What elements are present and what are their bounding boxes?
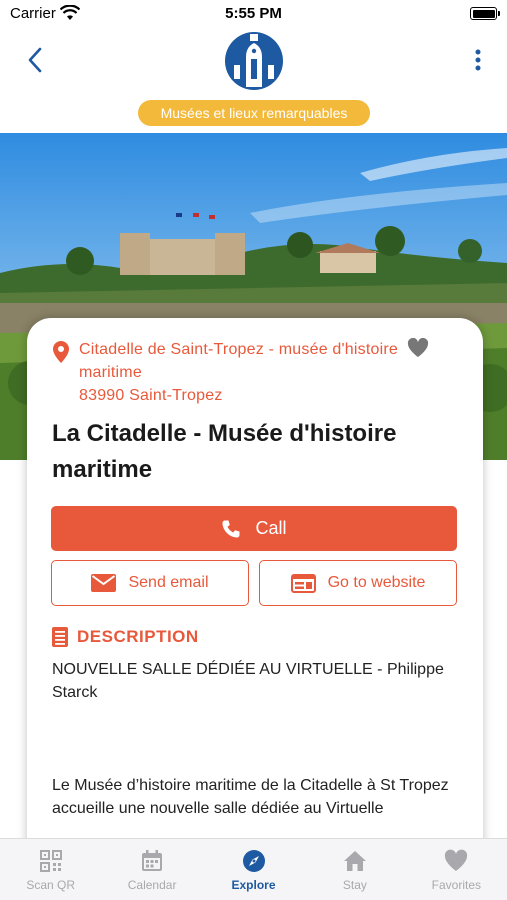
tab-stay[interactable]: Stay — [304, 839, 405, 900]
vertical-dots-icon — [475, 49, 481, 71]
address-line-2: 83990 Saint-Tropez — [79, 387, 223, 404]
chevron-left-icon — [28, 47, 42, 73]
qr-code-icon — [39, 850, 62, 872]
calendar-icon — [142, 850, 163, 871]
web-page-icon — [290, 573, 316, 593]
description-heading: DESCRIPTION — [51, 626, 199, 648]
status-bar: Carrier 5:55 PM — [0, 0, 507, 30]
call-button[interactable]: Call — [51, 506, 457, 551]
call-button-label: Call — [255, 518, 287, 538]
category-badge: Musées et lieux remarquables — [138, 100, 370, 126]
tab-label: Stay — [342, 878, 367, 892]
compass-icon — [242, 850, 265, 872]
send-email-label: Send email — [128, 574, 209, 591]
tab-label: Calendar — [127, 878, 177, 892]
more-options-button[interactable] — [466, 44, 490, 76]
document-icon — [52, 627, 68, 647]
location-pin-icon — [53, 341, 69, 363]
phone-icon — [222, 520, 240, 537]
app-logo — [225, 32, 283, 90]
tab-favorites[interactable]: Favorites — [406, 839, 507, 900]
tab-calendar[interactable]: Calendar — [101, 839, 202, 900]
go-to-website-label: Go to website — [327, 574, 426, 591]
place-title: La Citadelle - Musée d'histoire maritime — [52, 420, 397, 483]
envelope-icon — [91, 574, 117, 592]
tab-scan-qr[interactable]: Scan QR — [0, 839, 101, 900]
tab-explore[interactable]: Explore — [203, 839, 304, 900]
address-line-1: Citadelle de Saint-Tropez - musée d'hist… — [79, 341, 398, 381]
description-heading-label: DESCRIPTION — [77, 627, 199, 646]
bottom-tab-bar: Scan QR Calendar Explore Stay Favorites — [0, 838, 507, 900]
description-body: Le Musée d’histoire maritime de la Citad… — [52, 777, 449, 817]
description-subtitle: NOUVELLE SALLE DÉDIÉE AU VIRTUELLE - Phi… — [52, 661, 444, 701]
back-button[interactable] — [20, 42, 50, 78]
tab-label: Explore — [231, 878, 276, 892]
place-card: Citadelle de Saint-Tropez - musée d'hist… — [27, 318, 483, 900]
battery-icon — [470, 7, 500, 20]
tab-label: Favorites — [431, 878, 481, 892]
place-address[interactable]: Citadelle de Saint-Tropez - musée d'hist… — [79, 338, 399, 407]
tab-label: Scan QR — [26, 878, 76, 892]
send-email-button[interactable]: Send email — [51, 560, 249, 606]
go-to-website-button[interactable]: Go to website — [259, 560, 457, 606]
home-icon — [343, 851, 366, 871]
status-time: 5:55 PM — [225, 5, 282, 22]
heart-icon — [445, 849, 468, 871]
favorite-heart-icon[interactable] — [407, 338, 429, 358]
